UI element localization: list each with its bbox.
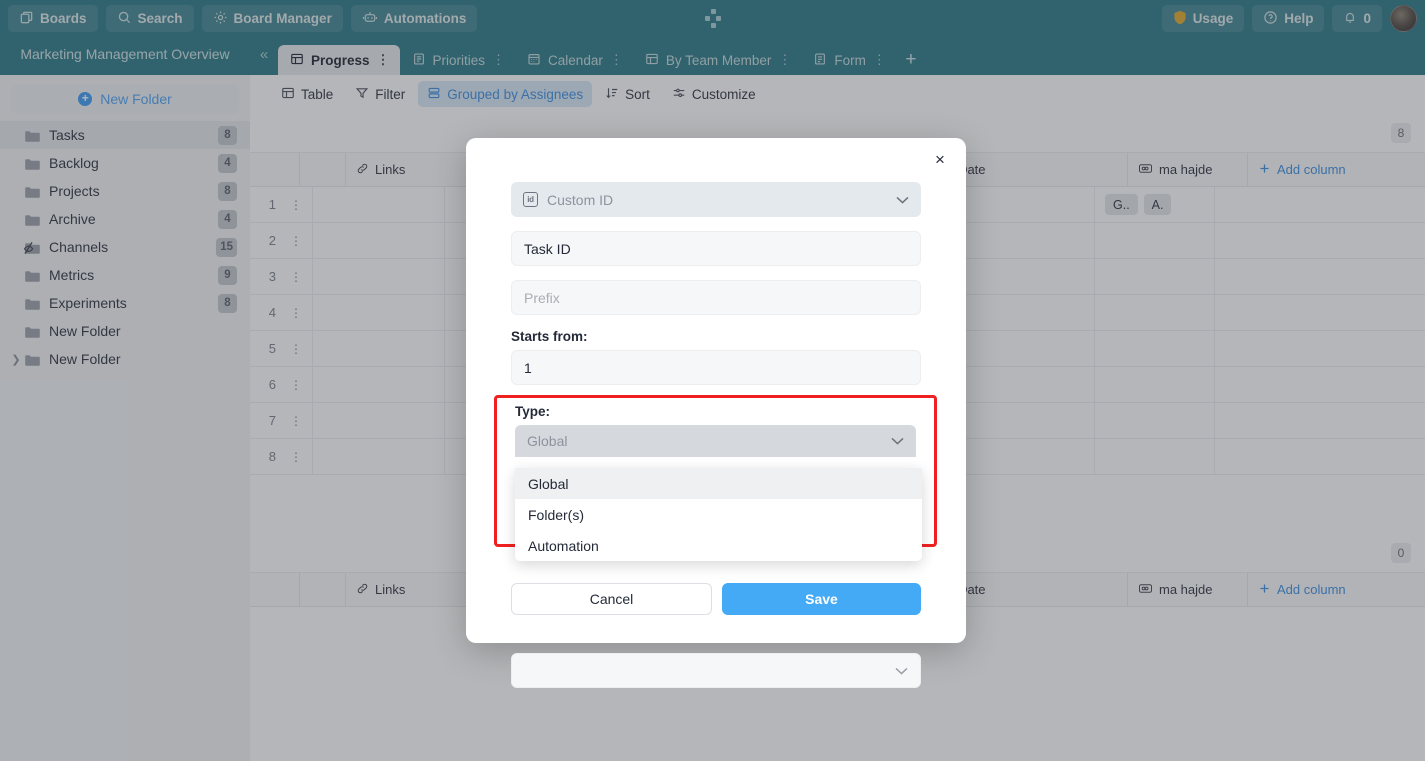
type-dropdown-options[interactable]: Global Folder(s) Automation [515, 468, 922, 561]
type-option-folders[interactable]: Folder(s) [515, 499, 922, 530]
id-icon: id [523, 192, 538, 207]
modal-body: id Custom ID Task ID Prefix Starts from:… [466, 138, 966, 385]
field-name-row: Task ID [511, 231, 921, 266]
chevron-down-icon [891, 434, 904, 448]
field-name-input[interactable]: Task ID [511, 231, 921, 266]
field-type-value: Custom ID [547, 191, 614, 208]
field-type-select[interactable]: id Custom ID [511, 182, 921, 217]
cancel-button[interactable]: Cancel [511, 583, 712, 615]
type-select[interactable]: Global [515, 425, 916, 457]
modal-action-buttons: Cancel Save [511, 583, 921, 615]
type-field-inner: Type: Global [497, 398, 934, 457]
save-button[interactable]: Save [722, 583, 921, 615]
custom-id-field-modal: × id Custom ID Task ID Prefix Starts fro… [466, 138, 966, 688]
app-root: Boards Search Board Manager Automations … [0, 0, 1425, 761]
type-option-global[interactable]: Global [515, 468, 922, 499]
obscured-select-behind-dropdown[interactable] [511, 653, 921, 688]
close-icon[interactable]: × [926, 146, 954, 174]
chevron-down-icon [895, 664, 908, 678]
starts-from-input[interactable]: 1 [511, 350, 921, 385]
starts-from-row: Starts from: 1 [511, 329, 921, 385]
type-option-automation[interactable]: Automation [515, 530, 922, 561]
type-field-highlight: Type: Global Global Folder(s) Automation [494, 395, 937, 561]
type-select-value: Global [527, 433, 568, 449]
prefix-row: Prefix [511, 280, 921, 315]
prefix-input[interactable]: Prefix [511, 280, 921, 315]
type-label: Type: [515, 404, 551, 419]
field-type-row: id Custom ID [511, 182, 921, 217]
starts-from-label: Starts from: [511, 329, 588, 344]
chevron-down-icon [896, 193, 909, 207]
